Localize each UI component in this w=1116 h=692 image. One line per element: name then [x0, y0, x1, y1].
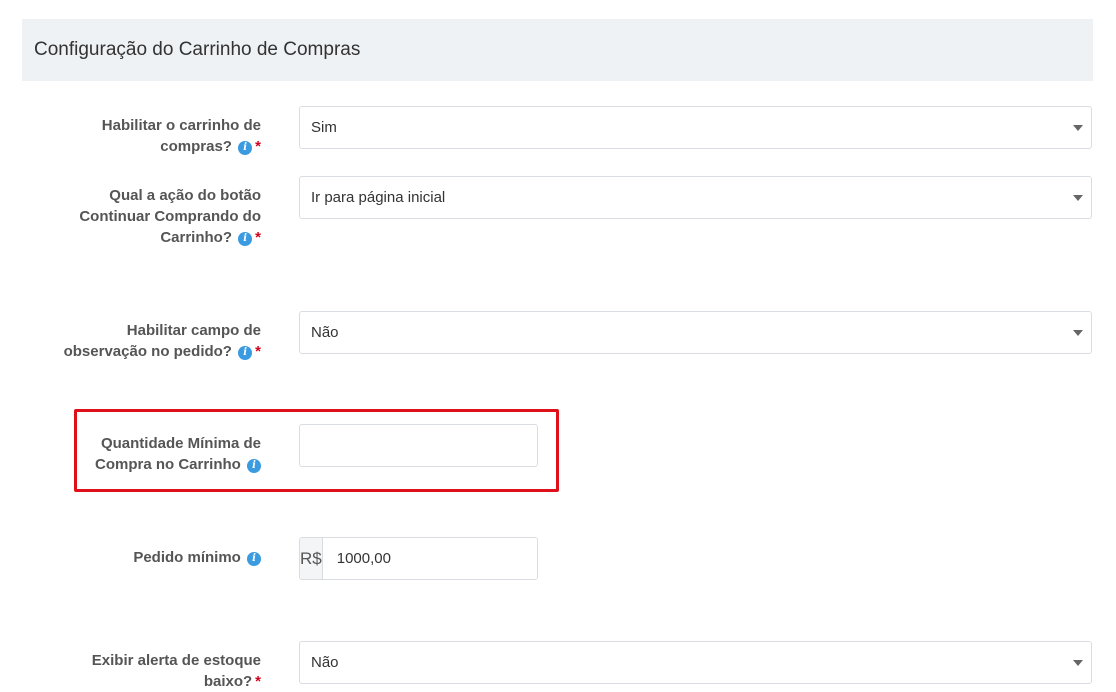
min-qty-input[interactable] [299, 424, 538, 467]
info-icon[interactable]: i [238, 232, 253, 246]
info-icon[interactable]: i [238, 141, 253, 155]
min-order-label: Pedido mínimo i [21, 547, 261, 568]
currency-addon: R$ [300, 538, 323, 579]
info-icon[interactable]: i [247, 552, 261, 566]
continue-action-select[interactable]: Ir para página inicial [299, 176, 1092, 219]
stock-alert-select[interactable]: Não [299, 641, 1092, 684]
order-note-select[interactable]: Não [299, 311, 1092, 354]
required-asterisk: * [255, 229, 261, 246]
panel-title: Configuração do Carrinho de Compras [34, 39, 361, 60]
chevron-down-icon [1073, 195, 1083, 201]
enable-cart-select[interactable]: Sim [299, 106, 1092, 149]
required-asterisk: * [255, 673, 261, 690]
panel-header: Configuração do Carrinho de Compras [22, 19, 1093, 81]
min-qty-label: Quantidade Mínima de Compra no Carrinho … [94, 435, 261, 473]
continue-action-label: Qual a ação do botão Continuar Comprando… [79, 187, 261, 246]
enable-cart-label: Habilitar o carrinho de compras? i * [101, 117, 261, 155]
chevron-down-icon [1073, 125, 1083, 131]
min-order-input[interactable] [322, 538, 537, 579]
min-order-field: R$ [299, 537, 538, 580]
info-icon[interactable]: i [247, 459, 261, 473]
order-note-label: Habilitar campo de observação no pedido?… [63, 322, 261, 360]
required-asterisk: * [255, 343, 261, 360]
chevron-down-icon [1073, 660, 1083, 666]
info-icon[interactable]: i [238, 346, 253, 360]
chevron-down-icon [1073, 330, 1083, 336]
required-asterisk: * [255, 138, 261, 155]
